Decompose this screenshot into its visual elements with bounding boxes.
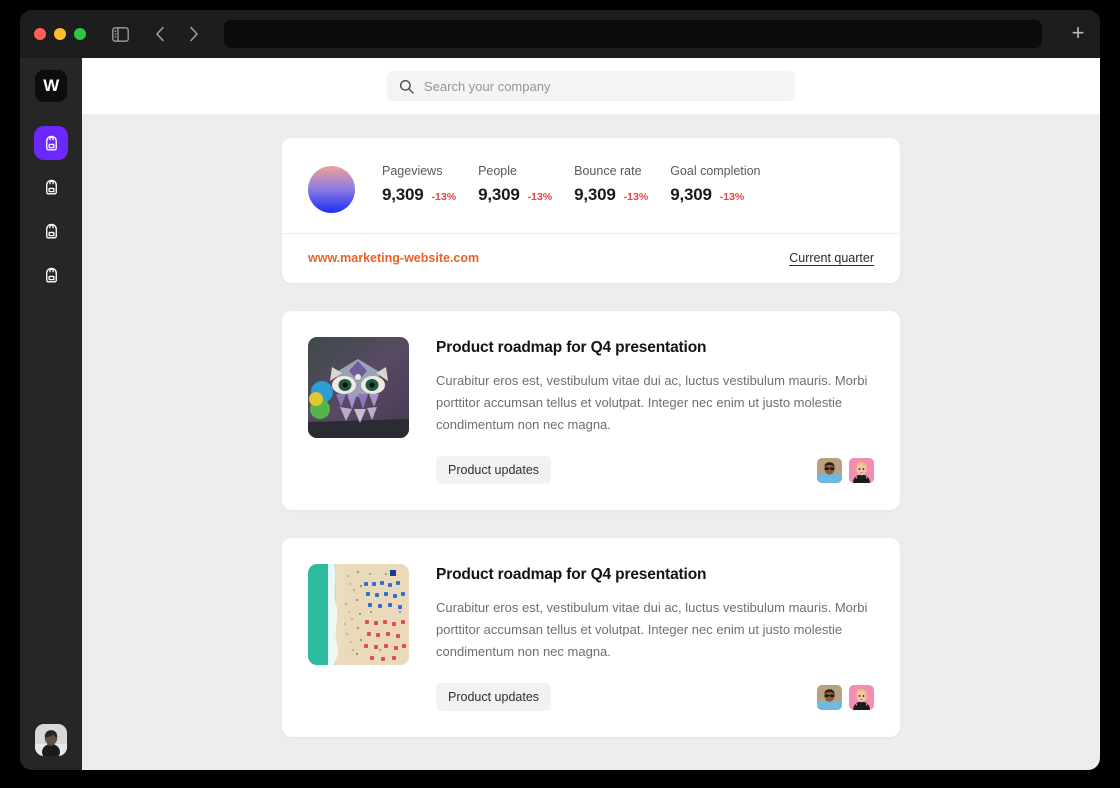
stat-delta: -13% — [431, 191, 457, 203]
page-header — [82, 58, 1100, 114]
sidebar-item-workspace-1[interactable] — [34, 126, 68, 160]
post-card[interactable]: Product roadmap for Q4 presentation Cura… — [282, 311, 900, 510]
stat-label: People — [478, 164, 517, 178]
search-bar[interactable] — [387, 71, 795, 101]
close-window-button[interactable] — [34, 28, 46, 40]
stat-people: People 9,309 -13% — [478, 164, 574, 205]
main-page: Pageviews 9,309 -13% People 9,309 -13% — [82, 58, 1100, 770]
stat-pageviews: Pageviews 9,309 -13% — [382, 164, 478, 205]
post-footer: Product updates — [436, 456, 874, 484]
minimize-window-button[interactable] — [54, 28, 66, 40]
post-card[interactable]: Product roadmap for Q4 presentation Cura… — [282, 538, 900, 737]
post-content: Product roadmap for Q4 presentation Cura… — [436, 564, 874, 711]
user-portrait-avatar — [35, 724, 67, 756]
chevron-right-icon[interactable] — [180, 20, 208, 48]
avatar-man-sunglasses[interactable] — [817, 684, 842, 710]
stat-row: 9,309 -13% — [478, 185, 552, 205]
aerial-beach-thumbnail — [308, 564, 409, 665]
gradient-circle-avatar — [308, 166, 355, 213]
stat-value: 9,309 — [574, 185, 616, 204]
chevron-left-icon[interactable] — [146, 20, 174, 48]
stat-label: Pageviews — [382, 164, 443, 178]
owl-street-art-thumbnail — [308, 337, 409, 438]
stat-delta: -13% — [623, 191, 649, 203]
maximize-window-button[interactable] — [74, 28, 86, 40]
new-tab-button[interactable]: + — [1056, 10, 1100, 58]
backpack-icon — [42, 178, 61, 197]
post-footer: Product updates — [436, 683, 874, 711]
stat-value: 9,309 — [670, 185, 712, 204]
browser-window: + W Search your company Pageviews 9,309 … — [20, 10, 1100, 770]
stat-row: 9,309 -13% — [670, 185, 760, 205]
stat-value: 9,309 — [382, 185, 424, 204]
browser-titlebar: + — [20, 10, 1100, 58]
stat-delta: -13% — [719, 191, 745, 203]
search-icon — [399, 79, 414, 94]
stat-label: Bounce rate — [574, 164, 642, 178]
stat-delta: -13% — [527, 191, 553, 203]
post-tag[interactable]: Product updates — [436, 683, 552, 711]
period-selector-link[interactable]: Current quarter — [789, 251, 874, 265]
backpack-icon — [42, 266, 61, 285]
page-content: Pageviews 9,309 -13% People 9,309 -13% B… — [82, 114, 1100, 770]
post-title: Product roadmap for Q4 presentation — [436, 339, 707, 356]
stat-label: Goal completion — [670, 164, 761, 178]
backpack-icon — [42, 134, 61, 153]
post-body: Curabitur eros est, vestibulum vitae dui… — [436, 600, 868, 659]
stat-bounce-rate: Bounce rate 9,309 -13% — [574, 164, 670, 205]
post-title: Product roadmap for Q4 presentation — [436, 566, 707, 583]
post-content: Product roadmap for Q4 presentation Cura… — [436, 337, 874, 484]
navigation-arrows — [146, 20, 208, 48]
user-avatar[interactable] — [35, 724, 67, 756]
search-input[interactable] — [424, 78, 783, 94]
post-avatars — [817, 684, 874, 710]
sidebar-nav-list — [34, 126, 68, 292]
avatar-man-sunglasses[interactable] — [817, 457, 842, 483]
sidebar-item-workspace-2[interactable] — [34, 170, 68, 204]
sidebar-item-workspace-3[interactable] — [34, 214, 68, 248]
stat-goal-completion: Goal completion 9,309 -13% — [670, 164, 782, 205]
window-body: W Search your company Pageviews 9,309 -1… — [20, 58, 1100, 770]
address-bar[interactable] — [224, 20, 1042, 48]
stats-card-footer: www.marketing-website.com Current quarte… — [282, 234, 900, 283]
traffic-lights — [34, 28, 86, 40]
post-body: Curabitur eros est, vestibulum vitae dui… — [436, 373, 868, 432]
stats-row: Pageviews 9,309 -13% People 9,309 -13% B… — [282, 138, 900, 234]
post-tag[interactable]: Product updates — [436, 456, 552, 484]
stat-row: 9,309 -13% — [382, 185, 456, 205]
stat-row: 9,309 -13% — [574, 185, 648, 205]
avatar-blonde-woman[interactable] — [849, 684, 874, 710]
avatar-blonde-woman[interactable] — [849, 457, 874, 483]
sidebar-item-workspace-4[interactable] — [34, 258, 68, 292]
app-sidebar: W — [20, 58, 82, 770]
sidebar-toggle-icon[interactable] — [106, 20, 134, 48]
app-logo[interactable]: W — [35, 70, 67, 102]
site-url-link[interactable]: www.marketing-website.com — [308, 251, 479, 265]
backpack-icon — [42, 222, 61, 241]
stat-value: 9,309 — [478, 185, 520, 204]
post-avatars — [817, 457, 874, 483]
analytics-summary-card: Pageviews 9,309 -13% People 9,309 -13% B… — [282, 138, 900, 283]
